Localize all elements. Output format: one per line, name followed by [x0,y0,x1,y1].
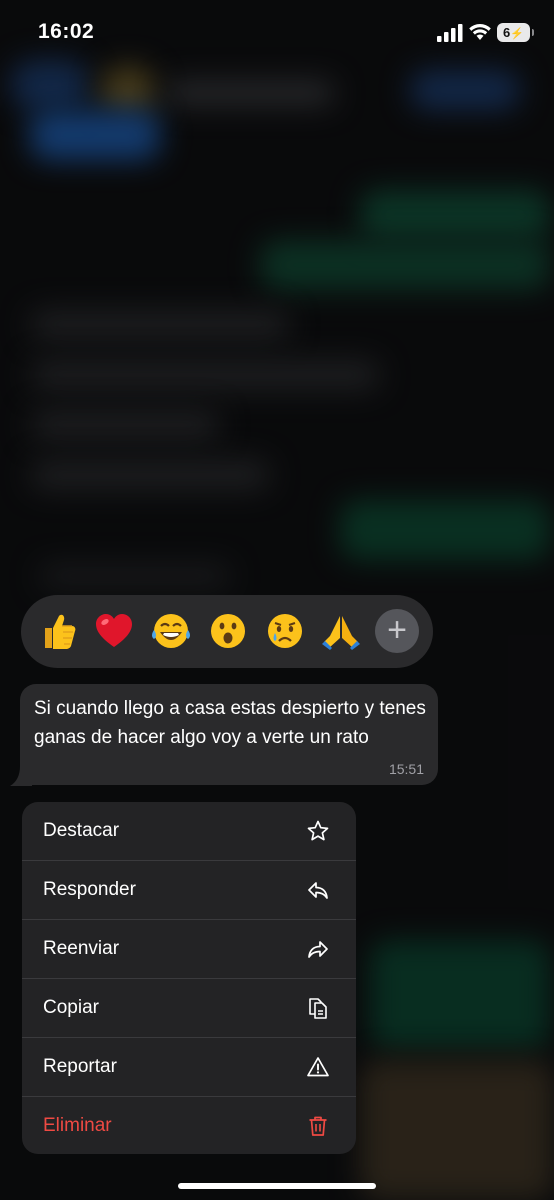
folded-hands-emoji[interactable] [320,610,362,652]
menu-item-label: Eliminar [43,1115,112,1136]
message-context-menu: Destacar Responder Reenviar Copiar Repor… [22,802,356,1154]
menu-item-label: Responder [43,879,136,900]
more-reactions-button[interactable]: + [375,609,419,653]
home-indicator[interactable] [178,1183,376,1189]
trash-icon [309,1116,327,1136]
message-bubble[interactable]: Si cuando llego a casa estas despierto y… [20,684,438,785]
reaction-bar: + [21,595,433,668]
forward-icon [308,941,328,958]
menu-item-reenviar[interactable]: Reenviar [22,920,356,979]
warning-icon [307,1057,329,1077]
status-bar: 16:02 6⚡ [0,0,554,66]
menu-item-label: Copiar [43,997,99,1018]
copy-icon [309,998,327,1019]
status-time: 16:02 [38,20,95,43]
menu-item-label: Reportar [43,1056,117,1077]
menu-item-label: Reenviar [43,938,120,959]
menu-item-reportar[interactable]: Reportar [22,1038,356,1097]
crying-emoji[interactable] [264,610,306,652]
star-icon [307,820,329,841]
reply-icon [308,882,328,899]
wifi-icon [469,24,491,40]
menu-item-eliminar[interactable]: Eliminar [22,1097,356,1154]
surprised-emoji[interactable] [207,610,249,652]
menu-item-responder[interactable]: Responder [22,861,356,920]
message-text: Si cuando llego a casa estas despierto y… [34,698,426,748]
menu-item-destacar[interactable]: Destacar [22,802,356,861]
cellular-signal-icon [437,24,463,42]
thumbs-up-emoji[interactable] [37,610,79,652]
tears-of-joy-emoji[interactable] [150,610,192,652]
message-timestamp: 15:51 [388,761,424,777]
menu-item-label: Destacar [43,820,120,841]
red-heart-emoji[interactable] [93,610,135,652]
charging-bolt-icon: ⚡ [510,28,524,40]
menu-item-copiar[interactable]: Copiar [22,979,356,1038]
battery-indicator: 6⚡ [497,23,534,42]
